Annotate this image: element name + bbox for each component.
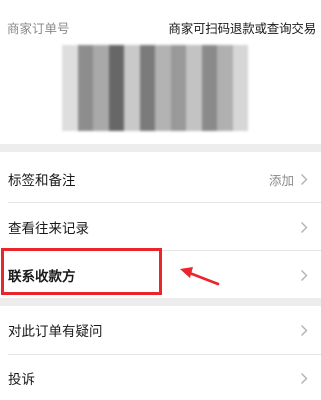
list-item-tags-notes[interactable]: 标签和备注 添加 [0,155,321,203]
red-arrow-icon [180,267,220,286]
chevron-right-icon [301,173,308,185]
tags-notes-label: 标签和备注 [8,173,76,189]
history-label: 查看往来记录 [8,221,89,237]
order-number-label: 商家订单号 [7,21,70,36]
order-detail-page: 商家订单号 商家可扫码退款或查询交易 标签和备注 添加 查看往来记录 联系收款方… [0,0,321,400]
order-number-hint: 商家可扫码退款或查询交易 [168,21,316,36]
order-question-label: 对此订单有疑问 [8,324,103,340]
list-item-complaint[interactable]: 投诉 [0,354,321,400]
add-tag-action[interactable]: 添加 [269,170,294,189]
order-number-row: 商家订单号 商家可扫码退款或查询交易 [7,21,316,37]
annotation-highlight-box [1,248,162,295]
chevron-right-icon [301,324,308,336]
list-item-order-question[interactable]: 对此订单有疑问 [0,306,321,354]
section-gap [0,298,321,306]
chevron-right-icon [301,221,308,233]
chevron-right-icon [301,269,308,281]
complaint-label: 投诉 [8,372,35,388]
order-number-card: 商家订单号 商家可扫码退款或查询交易 [0,0,321,144]
chevron-right-icon [301,372,308,384]
order-barcode-image [62,45,248,131]
list-item-history[interactable]: 查看往来记录 [0,203,321,251]
